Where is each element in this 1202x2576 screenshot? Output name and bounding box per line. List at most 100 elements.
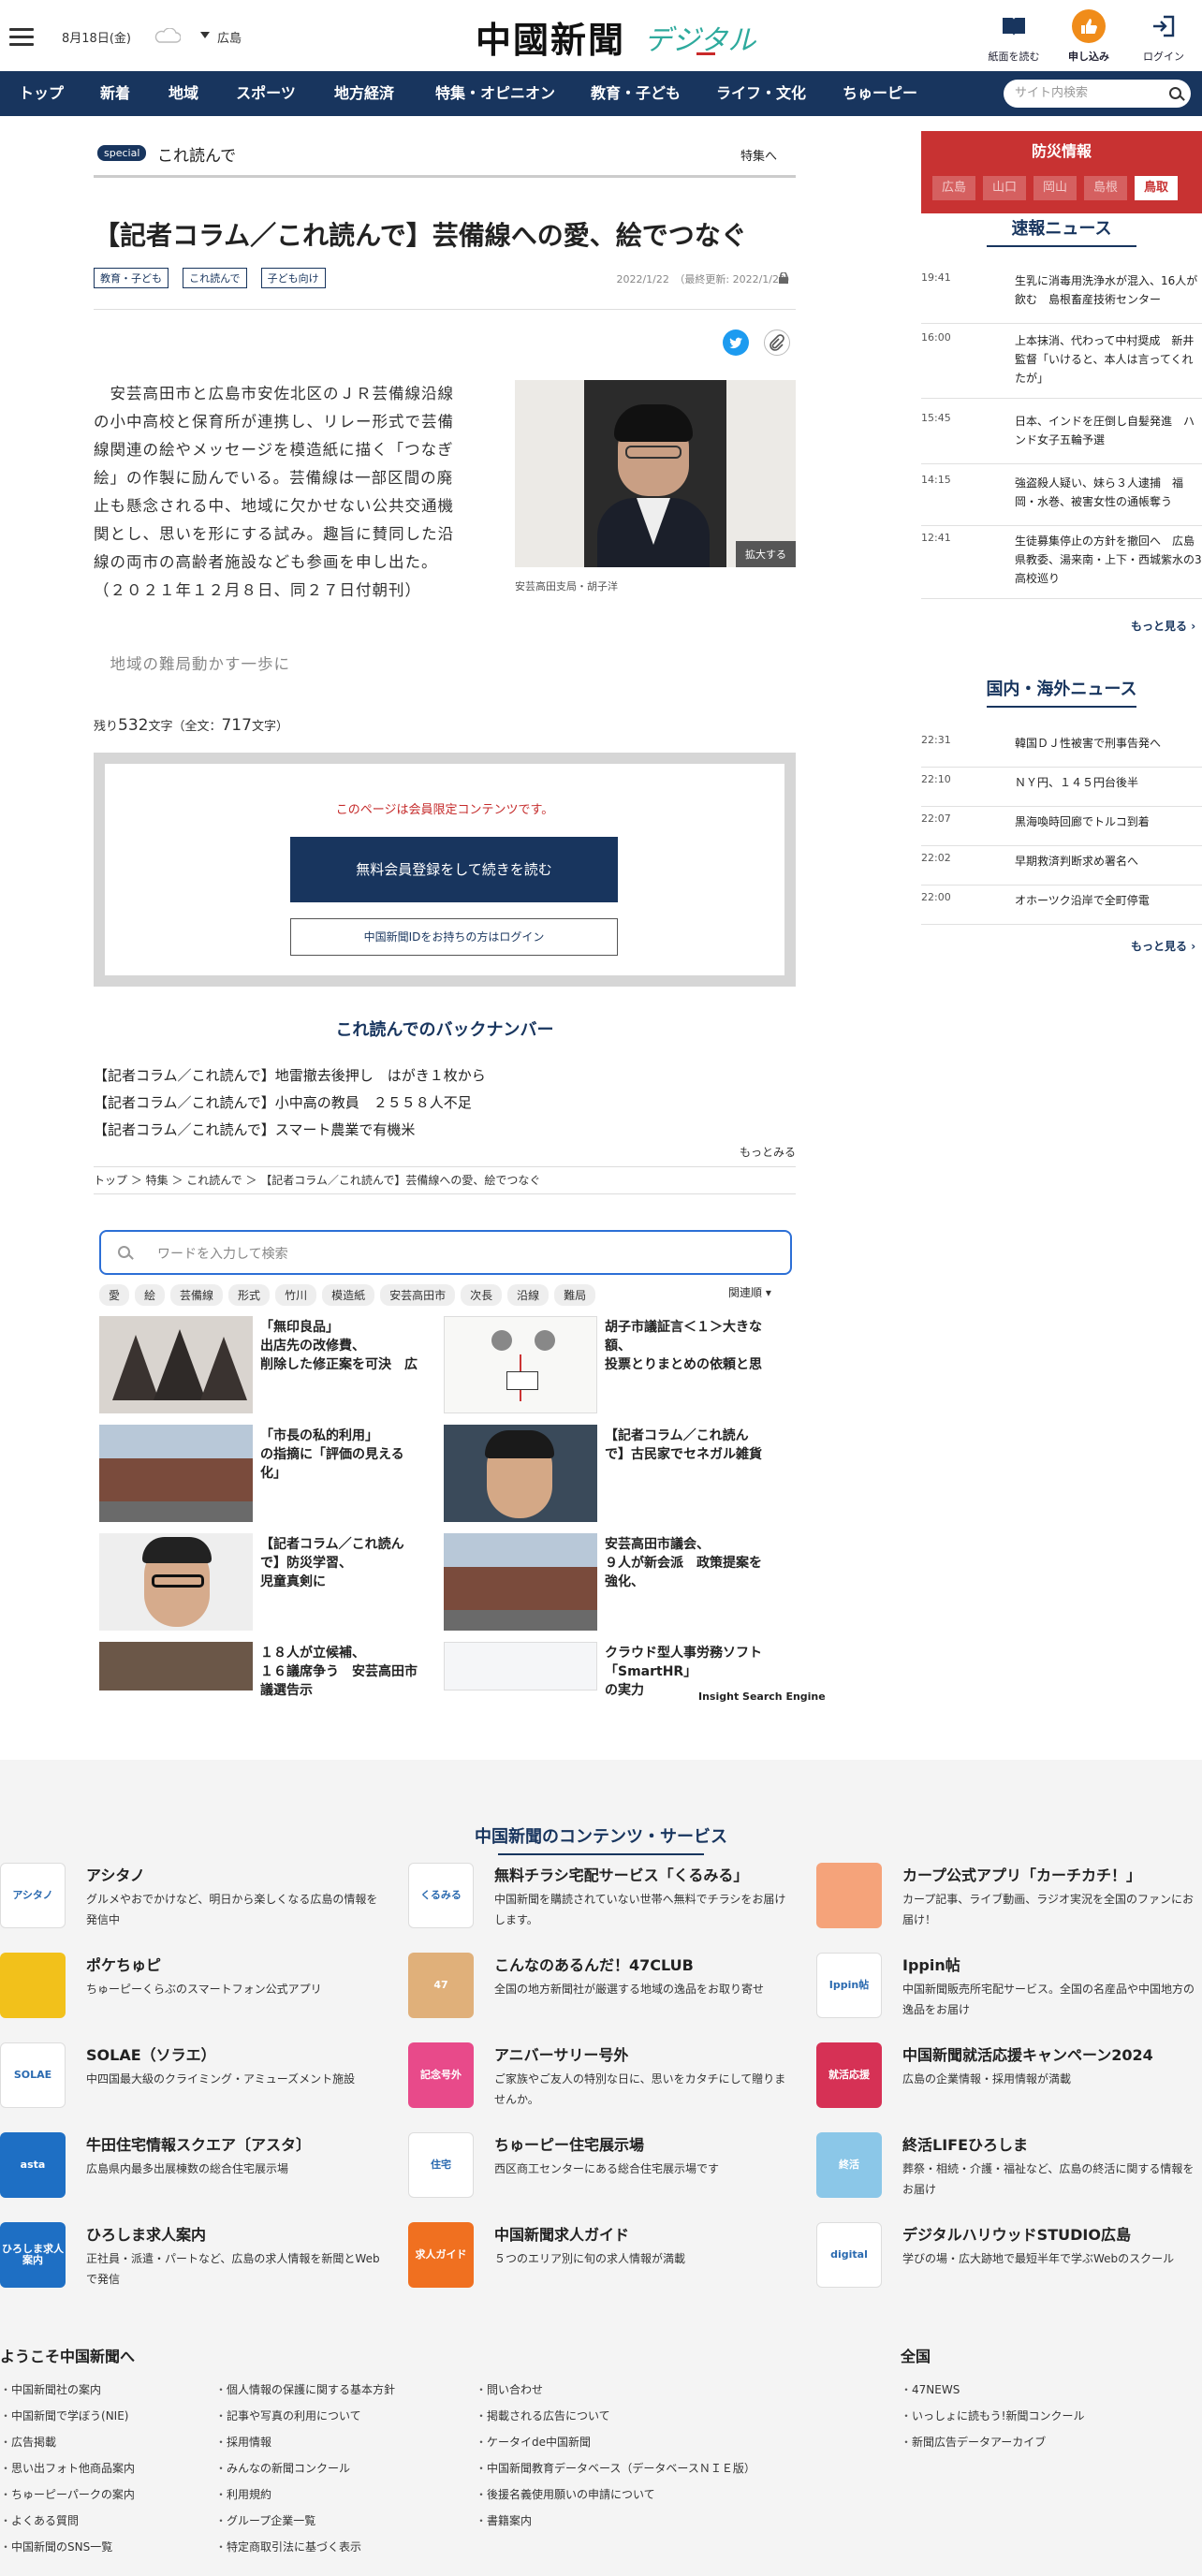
keyword-chip[interactable]: 形式 (228, 1284, 271, 1306)
footer-link[interactable]: 中国新聞教育データベース（データベースＮＩＥ版） (476, 2460, 755, 2476)
keyword-chip[interactable]: 模造紙 (322, 1284, 375, 1306)
footer-link[interactable]: ちゅーピーパークの案内 (0, 2486, 135, 2502)
keyword-chip[interactable]: 沿線 (507, 1284, 550, 1306)
pref-shimane[interactable]: 島根 (1084, 176, 1127, 200)
twitter-share-icon[interactable] (723, 329, 749, 356)
register-button[interactable]: 無料会員登録をして続きを読む (290, 837, 618, 902)
footer-link[interactable]: 中国新聞社の案内 (0, 2381, 101, 2397)
tag-kids[interactable]: 子ども向け (260, 268, 326, 288)
nav-item-economy[interactable]: 地方経済 (313, 71, 416, 116)
service-item[interactable]: ポケちゅピ ちゅーピーくらぶのスマートフォン公式アプリ (0, 1953, 393, 2031)
world-news-item[interactable]: 22:02 早期救済判断求め署名へ (921, 852, 1202, 886)
keyword-chip[interactable]: 竹川 (275, 1284, 317, 1306)
flash-news-item[interactable]: 12:41 生徒募集停止の方針を撤回へ 広島県教委、湯来南・上下・西城紫水の3高校… (921, 532, 1202, 599)
footer-link[interactable]: みんなの新聞コンクール (215, 2460, 350, 2476)
related-card[interactable]: 胡子市議証言＜１＞大きな額、 投票とりまとめの依頼と思 (444, 1316, 790, 1413)
pref-okayama[interactable]: 岡山 (1033, 176, 1077, 200)
world-more-link[interactable]: もっと見る › (1131, 938, 1195, 954)
service-item[interactable]: digital デジタルハリウッドSTUDIO広島 学びの場・広大跡地で最短半年で学… (816, 2222, 1202, 2301)
nav-item-chupy[interactable]: ちゅーピー (826, 71, 934, 116)
nav-item-top[interactable]: トップ (0, 71, 82, 116)
related-card[interactable]: 【記者コラム／これ読ん で】古民家でセネガル雑貨 (444, 1425, 790, 1522)
keyword-chip[interactable]: 愛 (99, 1284, 130, 1306)
keyword-chip[interactable]: 難局 (554, 1284, 596, 1306)
nav-item-education[interactable]: 教育・子ども (575, 71, 696, 116)
footer-link[interactable]: 47NEWS (901, 2381, 960, 2397)
service-item[interactable]: Ippin帖 Ippin帖 中国新聞販売所宅配サービス。全国の名産品や中国地方の逸品… (816, 1953, 1202, 2031)
pref-tottori[interactable]: 鳥取 (1135, 176, 1178, 200)
footer-link[interactable]: 記事や写真の利用について (215, 2408, 361, 2423)
nav-item-life[interactable]: ライフ・文化 (696, 71, 826, 116)
flash-more-link[interactable]: もっと見る › (1131, 618, 1195, 634)
flash-news-item[interactable]: 14:15 強盗殺人疑い、妹ら３人逮捕 福岡・水巻、被害女性の通帳奪う (921, 474, 1202, 526)
footer-link[interactable]: ケータイde中国新聞 (476, 2434, 591, 2450)
keyword-chip[interactable]: 芸備線 (170, 1284, 224, 1306)
service-item[interactable]: 47 こんなのあるんだ！47CLUB 全国の地方新聞社が厳選する地域の逸品をお取り寄… (408, 1953, 801, 2031)
backnumber-item[interactable]: 【記者コラム／これ読んで】地雷撤去後押し はがき１枚から (94, 1065, 486, 1085)
login-button[interactable]: ログイン (1131, 9, 1196, 64)
feature-link[interactable]: 特集へ (740, 146, 777, 164)
footer-link[interactable]: いっしょに読もう!新聞コンクール (901, 2408, 1084, 2423)
footer-link[interactable]: 広告掲載 (0, 2434, 56, 2450)
site-logo[interactable]: 中國新聞 デジタル (476, 11, 784, 61)
service-item[interactable]: 住宅 ちゅーピー住宅展示場 西区商工センターにある総合住宅展示場です (408, 2132, 801, 2211)
service-item[interactable]: 終活 終活LIFEひろしま 葬祭・相続・介護・福祉など、広島の終活に関する情報をお届… (816, 2132, 1202, 2211)
service-item[interactable]: 記念号外 アニバーサリー号外 ご家族やご友人の特別な日に、思いをカタチにして贈りませ… (408, 2042, 801, 2121)
footer-link[interactable]: 思い出フォト他商品案内 (0, 2460, 135, 2476)
world-news-item[interactable]: 22:07 黒海喚時回廊でトルコ到着 (921, 812, 1202, 846)
service-item[interactable]: ひろしま求人案内 ひろしま求人案内 正社員・派遣・パートなど、広島の求人情報を新聞と… (0, 2222, 393, 2301)
service-item[interactable]: 求人ガイド 中国新聞求人ガイド ５つのエリア別に旬の求人情報が満載 (408, 2222, 801, 2301)
area-dropdown-icon[interactable] (200, 32, 210, 38)
footer-link[interactable]: 採用情報 (215, 2434, 271, 2450)
footer-link[interactable]: 利用規約 (215, 2486, 271, 2502)
related-card[interactable]: 【記者コラム／これ読ん で】防災学習、 児童真剣に (99, 1533, 446, 1631)
service-item[interactable]: アシタノ アシタノ グルメやおでかけなど、明日から楽しくなる広島の情報を発信中 (0, 1863, 393, 1941)
flash-news-item[interactable]: 16:00 上本抹消、代わって中村奨成 新井監督「いけると、本人は言ってくれたが」 (921, 331, 1202, 399)
pref-hiroshima[interactable]: 広島 (932, 176, 975, 200)
copy-link-icon[interactable] (764, 329, 790, 356)
keyword-chip[interactable]: 次長 (461, 1284, 503, 1306)
footer-link[interactable]: 掲載される広告について (476, 2408, 610, 2423)
footer-link[interactable]: よくある質問 (0, 2512, 79, 2528)
backnumber-item[interactable]: 【記者コラム／これ読んで】小中高の教員 ２５５８人不足 (94, 1092, 472, 1112)
backnumber-item[interactable]: 【記者コラム／これ読んで】スマート農業で有機米 (94, 1120, 415, 1139)
related-card[interactable]: １８人が立候補、 １６議席争う 安芸高田市 議選告示 (99, 1642, 446, 1698)
insight-search-input[interactable]: ワードを入力して検索 (99, 1230, 792, 1275)
footer-link[interactable]: 問い合わせ (476, 2381, 543, 2397)
read-paper-button[interactable]: 紙面を読む (981, 9, 1047, 64)
world-news-item[interactable]: 22:31 韓国ＤＪ性被害で刑事告発へ (921, 734, 1202, 768)
footer-link[interactable]: 個人情報の保護に関する基本方針 (215, 2381, 395, 2397)
footer-link[interactable]: 新聞広告データアーカイブ (901, 2434, 1046, 2450)
footer-link[interactable]: 特定商取引法に基づく表示 (215, 2539, 361, 2554)
hamburger-menu-icon[interactable] (9, 28, 34, 47)
keyword-chip[interactable]: 絵 (135, 1284, 166, 1306)
subscribe-button[interactable]: 申し込み (1056, 9, 1121, 64)
service-item[interactable]: カープ公式アプリ「カーチカチ！」 カープ記事、ライブ動画、ラジオ実況を全国のファン… (816, 1863, 1202, 1941)
nav-item-region[interactable]: 地域 (148, 71, 219, 116)
sort-select[interactable]: 関連順 ▾ (728, 1284, 771, 1300)
pref-yamaguchi[interactable]: 山口 (983, 176, 1026, 200)
tag-koreyonde[interactable]: これ読んで (183, 268, 247, 288)
flash-news-item[interactable]: 19:41 生乳に消毒用洗浄水が混入、16人が飲む 島根畜産技術センター (921, 271, 1202, 324)
article-photo[interactable]: 拡大する (515, 380, 796, 567)
nav-item-new[interactable]: 新着 (82, 71, 148, 116)
zoom-button[interactable]: 拡大する (736, 541, 796, 567)
world-news-item[interactable]: 22:10 ＮＹ円、１４５円台後半 (921, 773, 1202, 807)
service-item[interactable]: くるみる 無料チラシ宅配サービス「くるみる」 中国新聞を購読されていない世帯へ無料で… (408, 1863, 801, 1941)
service-item[interactable]: 就活応援 中国新聞就活応援キャンペーン2024 広島の企業情報・採用情報が満載 (816, 2042, 1202, 2121)
breadcrumb[interactable]: トップ ＞ 特集 ＞ これ読んで ＞ 【記者コラム／これ読んで】芸備線への愛、絵… (94, 1166, 796, 1194)
keyword-chip[interactable]: 安芸高田市 (380, 1284, 456, 1306)
area-selector[interactable]: 広島 (217, 28, 242, 46)
service-item[interactable]: SOLAE SOLAE（ソラエ） 中四国最大級のクライミング・アミューズメント施設 (0, 2042, 393, 2121)
backnumber-more-link[interactable]: もっとみる (740, 1144, 796, 1160)
footer-link[interactable]: グループ企業一覧 (215, 2512, 315, 2528)
nav-item-opinion[interactable]: 特集・オピニオン (416, 71, 575, 116)
footer-link[interactable]: 書籍案内 (476, 2512, 532, 2528)
footer-link[interactable]: 後援名義使用願いの申請について (476, 2486, 655, 2502)
related-card[interactable]: クラウド型人事労務ソフト 「SmartHR」 の実力 (444, 1642, 790, 1698)
related-card[interactable]: 「無印良品」 出店先の改修費、 削除した修正案を可決 広 (99, 1316, 446, 1413)
site-search-input[interactable]: サイト内検索 (1004, 80, 1191, 108)
world-news-item[interactable]: 22:00 オホーツク沿岸で全町停電 (921, 891, 1202, 925)
footer-link[interactable]: 中国新聞で学ぼう(NIE) (0, 2408, 128, 2423)
tag-education[interactable]: 教育・子ども (94, 268, 169, 288)
